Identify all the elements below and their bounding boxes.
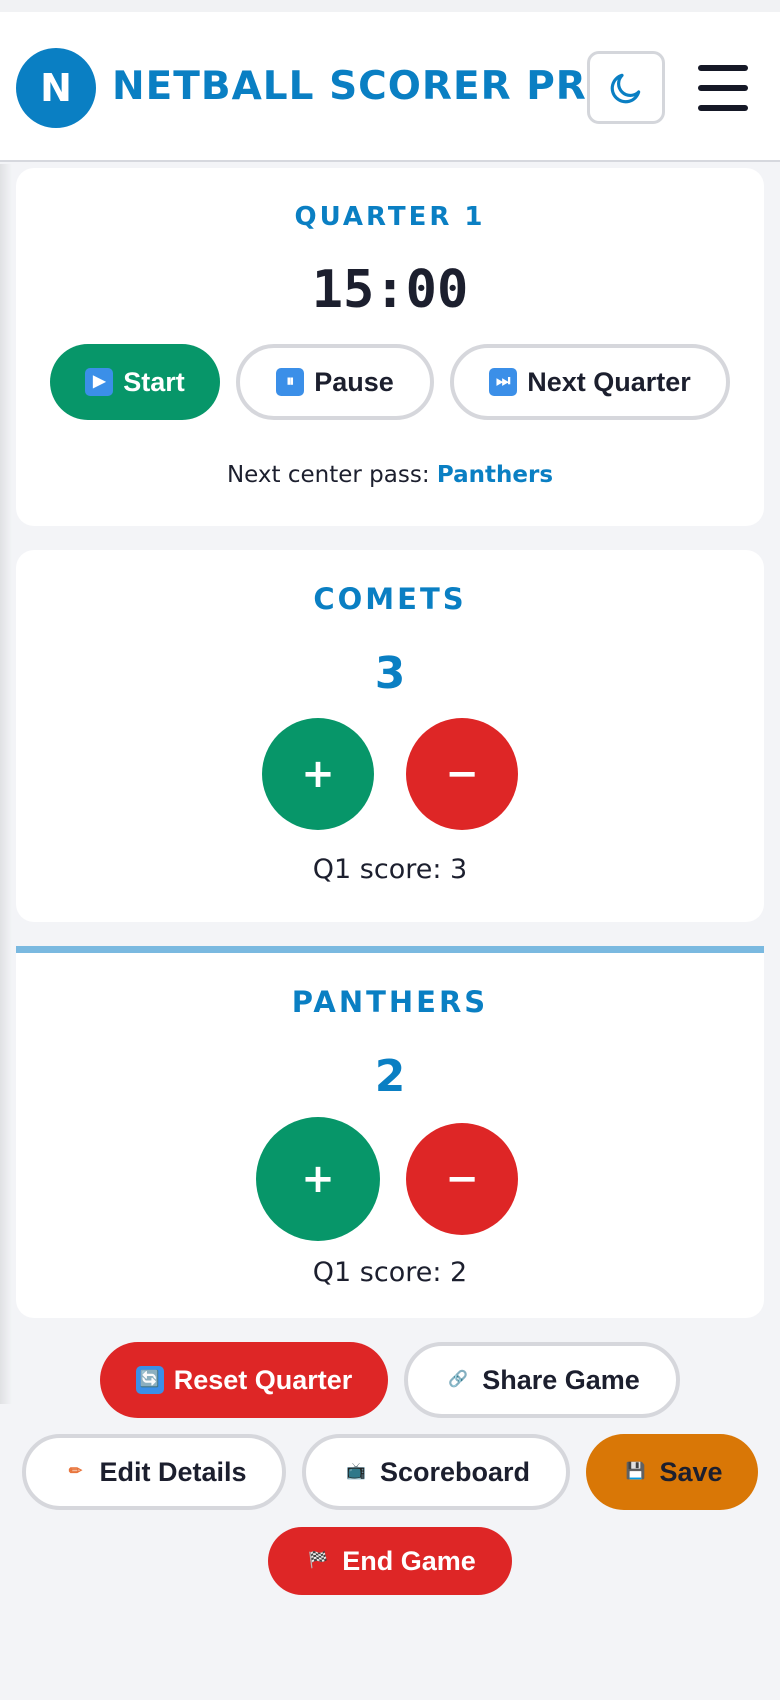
menu-bar	[698, 65, 748, 71]
next-quarter-button[interactable]: ⏭ Next Quarter	[450, 344, 730, 420]
start-button[interactable]: ▶ Start	[50, 344, 220, 420]
menu-bar	[698, 105, 748, 111]
checkered-flag-icon: 🏁	[308, 1552, 329, 1569]
menu-bar	[698, 85, 748, 91]
pause-button[interactable]: ⏸ Pause	[236, 344, 434, 420]
end-game-button[interactable]: 🏁 End Game	[268, 1527, 512, 1595]
moon-icon	[610, 73, 641, 103]
logo-letter: N	[40, 66, 72, 110]
center-pass-prefix: Next center pass:	[226, 462, 430, 488]
share-game-label: Share Game	[482, 1364, 640, 1395]
top-strip	[0, 0, 780, 12]
team-score: 2	[374, 1051, 406, 1102]
game-clock: 15:00	[311, 260, 469, 320]
team-card-panthers: PANTHERS 2 + − Q1 score: 2	[16, 946, 764, 1318]
quarter-label: QUARTER 1	[294, 202, 486, 232]
add-goal-button[interactable]: +	[256, 1117, 380, 1241]
floppy-disk-icon: 💾	[625, 1463, 646, 1480]
center-pass-team: Panthers	[436, 462, 554, 488]
plus-icon: +	[301, 1156, 335, 1202]
save-button[interactable]: 💾 Save	[586, 1434, 758, 1510]
app-header: N NETBALL SCORER PRO	[0, 12, 780, 162]
center-pass-info: Next center pass: Panthers	[16, 462, 764, 488]
pause-label: Pause	[314, 366, 394, 397]
start-label: Start	[123, 366, 185, 397]
remove-goal-button[interactable]: −	[406, 1123, 518, 1235]
scoreboard-button[interactable]: 📺 Scoreboard	[302, 1434, 570, 1510]
add-goal-button[interactable]: +	[262, 718, 374, 830]
tv-icon: 📺	[346, 1463, 366, 1480]
fast-forward-icon: ⏭	[489, 368, 518, 396]
quarter-score: Q1 score: 2	[312, 1257, 468, 1288]
play-icon: ▶	[85, 368, 114, 396]
plus-icon: +	[301, 751, 335, 797]
reset-quarter-button[interactable]: 🔄 Reset Quarter	[100, 1342, 388, 1418]
minus-icon: −	[445, 1156, 479, 1202]
team-name: PANTHERS	[291, 985, 489, 1019]
edit-details-label: Edit Details	[99, 1456, 247, 1487]
share-game-button[interactable]: 🔗 Share Game	[404, 1342, 680, 1418]
scoreboard-label: Scoreboard	[379, 1456, 531, 1487]
app-logo: N	[16, 48, 96, 128]
team-card-comets: COMETS 3 + − Q1 score: 3	[16, 550, 764, 922]
minus-icon: −	[445, 751, 479, 797]
edit-details-button[interactable]: ✏ Edit Details	[22, 1434, 286, 1510]
pause-icon: ⏸	[276, 368, 305, 396]
quarter-score: Q1 score: 3	[312, 854, 468, 885]
next-quarter-label: Next Quarter	[527, 366, 691, 397]
save-label: Save	[659, 1456, 723, 1487]
team-name: COMETS	[313, 582, 467, 616]
theme-toggle-button[interactable]	[587, 51, 665, 124]
end-game-label: End Game	[342, 1545, 476, 1576]
link-icon: 🔗	[448, 1371, 469, 1388]
app-title: NETBALL SCORER PRO	[112, 64, 621, 109]
side-shadow	[0, 164, 12, 1404]
hamburger-menu-icon[interactable]	[694, 60, 752, 116]
refresh-icon: 🔄	[135, 1366, 164, 1394]
team-score: 3	[374, 648, 406, 699]
remove-goal-button[interactable]: −	[406, 718, 518, 830]
pencil-icon: ✏	[68, 1463, 83, 1480]
reset-quarter-label: Reset Quarter	[173, 1364, 353, 1395]
timer-card: QUARTER 1 15:00 ▶ Start ⏸ Pause ⏭ Next Q…	[16, 168, 764, 526]
